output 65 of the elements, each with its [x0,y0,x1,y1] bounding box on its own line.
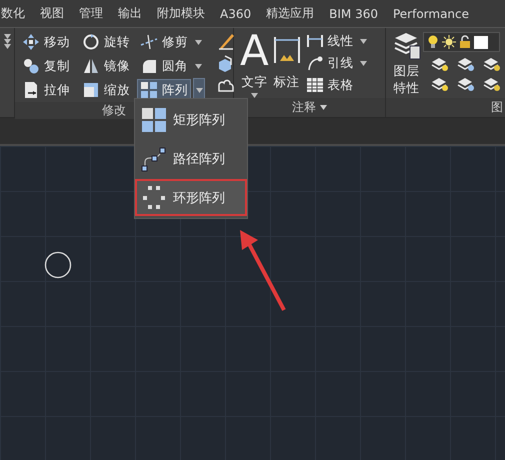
circle-shape [44,251,72,279]
scale-square-icon [82,81,100,99]
ribbon-tab[interactable]: 附加模块 [157,5,205,22]
tool-button[interactable]: 标注 [270,30,303,98]
leader-line-icon [306,54,324,72]
panel-title: 注释 [292,99,316,116]
tool-button[interactable]: 旋转 [79,31,133,53]
tool-button[interactable]: 图层特性 [390,30,423,98]
stretch-page-icon [22,81,40,99]
ribbon-tab[interactable]: 视图 [40,5,64,22]
ring-squares-icon [141,184,167,210]
menu-item[interactable]: 矩形阵列 [135,101,247,138]
layer-tool-icon [431,56,449,72]
tool-button[interactable]: 缩放 [79,79,133,101]
tool-button[interactable]: 拉伸 [19,79,73,101]
caret-icon [194,64,202,68]
mirror-triangles-icon [82,57,100,75]
table-grid-icon [306,76,324,94]
tool-button[interactable]: 镜像 [79,55,133,77]
tool-button[interactable]: 圆角 [137,55,191,77]
brush-icon [217,32,235,50]
move-arrows-icon [22,33,40,51]
dimension-icon [272,36,301,64]
swatch-icon [474,36,488,48]
caret-icon [320,105,328,110]
menu-item[interactable]: 路径阵列 [135,140,247,177]
ribbon-tab[interactable]: 数化 [1,5,25,22]
tool-button[interactable]: 线性 [302,30,357,52]
panel-title: 图 [491,99,503,116]
layer-tool-icon [457,56,475,72]
layer-tool-icon [483,76,501,92]
text-tool-button[interactable]: A 文字 [238,30,271,98]
path-nodes-icon [141,146,167,172]
trim-lines-icon [140,33,158,51]
linear-dimension-icon [306,32,324,50]
layer-dropdown-field[interactable] [423,32,500,52]
padlock-icon [459,35,471,49]
layer-tool-icon [483,56,501,72]
panel-title: 修改 [102,102,126,119]
ribbon-tab[interactable]: 输出 [118,5,142,22]
cube-stack-icon [217,54,235,72]
caret-icon [360,38,368,44]
fillet-corner-icon [140,57,158,75]
bulb-icon [427,35,439,49]
caret-icon [194,40,202,44]
tool-button[interactable]: 修剪 [137,31,191,53]
layer-tool-icon [431,76,449,92]
tool-button[interactable]: 复制 [19,55,73,77]
caret-icon [360,60,368,66]
ribbon-tab[interactable]: BIM 360 [329,6,378,20]
tool-button[interactable]: 移动 [19,31,73,53]
tool-button[interactable]: 表格 [302,74,357,96]
menu-item[interactable]: 环形阵列 [135,179,247,216]
copy-circles-icon [22,57,40,75]
grid-squares-icon [141,106,167,132]
grid-squares-icon [140,81,158,99]
ribbon-tab[interactable]: 精选应用 [266,5,314,22]
ribbon-tab[interactable]: 管理 [79,5,103,22]
tool-button[interactable]: 引线 [302,52,357,74]
sun-icon [442,35,456,49]
caret-icon [196,88,202,92]
layer-tool-icon [457,76,475,92]
rotate-circle-icon [82,33,100,51]
ribbon-tab[interactable]: Performance [392,6,470,20]
ribbon-tab[interactable]: A360 [220,6,252,20]
